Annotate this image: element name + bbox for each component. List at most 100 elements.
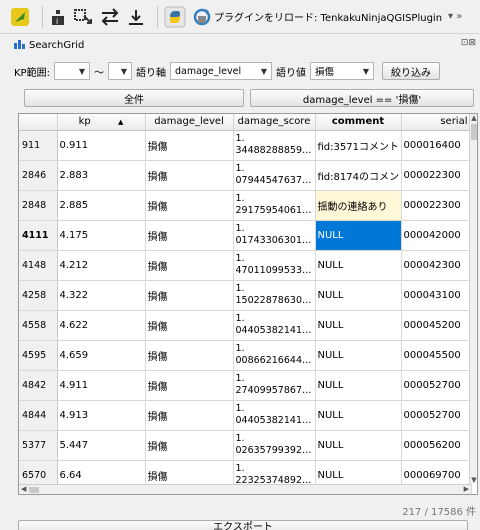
cell-serial[interactable]: 000043100: [401, 280, 472, 311]
cell-comment[interactable]: NULL: [315, 430, 402, 461]
show-all-button[interactable]: 全件: [24, 89, 244, 107]
cell-kp[interactable]: 4.212: [57, 250, 146, 281]
cell-kp[interactable]: 2.883: [57, 160, 146, 191]
table-row[interactable]: 911 0.911 損傷 1. 34488288859… fid:3571コメント 0000…: [19, 130, 472, 161]
cell-serial[interactable]: 000045200: [401, 310, 472, 341]
table-row[interactable]: 2846 2.883 損傷 1. 07944547637… fid:8174のコメント 00…: [19, 160, 472, 191]
cell-damage-level[interactable]: 損傷: [145, 130, 234, 161]
row-header[interactable]: 4111: [19, 220, 58, 251]
scroll-up-icon[interactable]: ▲: [470, 114, 477, 122]
cell-serial[interactable]: 000016400: [401, 130, 472, 161]
cell-damage-level[interactable]: 損傷: [145, 370, 234, 401]
cell-serial[interactable]: 000052700: [401, 370, 472, 401]
column-header-damage-score[interactable]: damage_score: [233, 114, 316, 131]
narrow-button[interactable]: 絞り込み: [381, 62, 440, 80]
cell-serial[interactable]: 000022300: [401, 160, 472, 191]
table-row[interactable]: 4595 4.659 損傷 1. 00866216644… NULL 000045500: [19, 340, 472, 371]
table-row[interactable]: 4111 4.175 損傷 1. 01743306301… NULL 000042000: [19, 220, 472, 251]
cell-damage-score[interactable]: 1. 07944547637…: [233, 160, 316, 191]
column-header-serial[interactable]: serial: [401, 114, 472, 131]
table-row[interactable]: 5377 5.447 損傷 1. 02635799392… NULL 000056200: [19, 430, 472, 461]
cell-kp[interactable]: 4.913: [57, 400, 146, 431]
row-header[interactable]: 2846: [19, 160, 58, 191]
cell-comment[interactable]: NULL: [315, 340, 402, 371]
cell-comment[interactable]: NULL: [315, 370, 402, 401]
row-header[interactable]: 4258: [19, 280, 58, 311]
cell-damage-score[interactable]: 1. 27409957867…: [233, 370, 316, 401]
table-row[interactable]: 4844 4.913 損傷 1. 04405382141… NULL 000052700: [19, 400, 472, 431]
cell-comment[interactable]: fid:3571コメント: [315, 130, 402, 161]
kp-to-combo[interactable]: ▼: [107, 62, 132, 80]
kp-from-combo[interactable]: ▼: [53, 62, 90, 80]
cell-kp[interactable]: 2.885: [57, 190, 146, 221]
table-row[interactable]: 4842 4.911 損傷 1. 27409957867… NULL 000052700: [19, 370, 472, 401]
cell-kp[interactable]: 5.447: [57, 430, 146, 461]
column-header-comment[interactable]: comment: [315, 114, 402, 131]
cell-kp[interactable]: 4.322: [57, 280, 146, 311]
cell-damage-level[interactable]: 損傷: [145, 400, 234, 431]
cell-damage-level[interactable]: 損傷: [145, 250, 234, 281]
cell-serial[interactable]: 000052700: [401, 400, 472, 431]
cell-damage-level[interactable]: 損傷: [145, 340, 234, 371]
cell-kp[interactable]: 4.911: [57, 370, 146, 401]
row-header[interactable]: 4595: [19, 340, 58, 371]
vertical-scrollbar[interactable]: ▲ ▼: [469, 114, 477, 484]
scroll-right-icon[interactable]: ▶: [464, 485, 469, 493]
cell-comment[interactable]: NULL: [315, 280, 402, 311]
cell-serial[interactable]: 000042000: [401, 220, 472, 251]
condition-filter-button[interactable]: damage_level == '損傷': [250, 89, 474, 107]
row-header[interactable]: 2848: [19, 190, 58, 221]
column-header-kp[interactable]: kp ▲: [57, 114, 146, 131]
row-header[interactable]: 911: [19, 130, 58, 161]
plugin-reloader-icon[interactable]: [192, 6, 212, 28]
cell-comment[interactable]: 揺動の連絡あり: [315, 190, 402, 221]
cell-damage-level[interactable]: 損傷: [145, 190, 234, 221]
cell-damage-level[interactable]: 損傷: [145, 220, 234, 251]
table-row[interactable]: 2848 2.885 損傷 1. 29175954061… 揺動の連絡あり 00002230…: [19, 190, 472, 221]
cell-comment[interactable]: NULL: [315, 310, 402, 341]
cell-kp[interactable]: 4.622: [57, 310, 146, 341]
cell-damage-score[interactable]: 1. 47011099533…: [233, 250, 316, 281]
cell-damage-score[interactable]: 1.29175954061…: [233, 190, 316, 221]
scroll-down-icon[interactable]: ▼: [470, 476, 477, 484]
panel-float-close-buttons[interactable]: ⊡⊠: [461, 38, 476, 48]
cell-damage-score[interactable]: 1. 15022878630…: [233, 280, 316, 311]
table-row[interactable]: 4258 4.322 損傷 1. 15022878630… NULL 000043100: [19, 280, 472, 311]
cell-serial[interactable]: 000056200: [401, 430, 472, 461]
cell-serial[interactable]: 000045500: [401, 340, 472, 371]
cell-damage-level[interactable]: 損傷: [145, 310, 234, 341]
cell-comment[interactable]: NULL: [315, 250, 402, 281]
axis-combo[interactable]: damage_level ▼: [169, 62, 272, 80]
cell-damage-score[interactable]: 1. 04405382141…: [233, 310, 316, 341]
export-button[interactable]: エクスポート: [18, 520, 468, 530]
cell-kp[interactable]: 0.911: [57, 130, 146, 161]
cell-comment[interactable]: NULL: [315, 400, 402, 431]
cell-comment[interactable]: NULL: [315, 220, 402, 251]
cell-damage-score[interactable]: 1. 34488288859…: [233, 130, 316, 161]
cell-damage-level[interactable]: 損傷: [145, 160, 234, 191]
scroll-thumb[interactable]: [29, 487, 39, 493]
plugin-reload-button[interactable]: プラグインをリロード: TenkakuNinjaQGISPlugin: [214, 9, 442, 24]
toolbar-overflow-button[interactable]: ▾ »: [448, 11, 462, 22]
row-header[interactable]: 4558: [19, 310, 58, 341]
column-header-damage-level[interactable]: damage_level: [145, 114, 234, 131]
select-features-icon[interactable]: [73, 6, 93, 28]
plugin-leaf-icon[interactable]: [10, 6, 30, 28]
cell-serial[interactable]: 000042300: [401, 250, 472, 281]
swap-arrows-icon[interactable]: [99, 6, 121, 28]
cell-damage-level[interactable]: 損傷: [145, 430, 234, 461]
table-row[interactable]: 4148 4.212 損傷 1. 47011099533… NULL 000042300: [19, 250, 472, 281]
row-header[interactable]: 4148: [19, 250, 58, 281]
cell-comment[interactable]: fid:8174のコメント: [315, 160, 402, 191]
info-pin-icon[interactable]: i: [49, 6, 67, 28]
scroll-thumb[interactable]: [471, 124, 477, 140]
cell-kp[interactable]: 4.659: [57, 340, 146, 371]
cell-damage-score[interactable]: 1. 02635799392…: [233, 430, 316, 461]
python-console-icon[interactable]: [164, 6, 186, 28]
row-header-corner[interactable]: [19, 114, 58, 131]
row-header[interactable]: 4844: [19, 400, 58, 431]
download-icon[interactable]: [127, 6, 145, 28]
cell-damage-score[interactable]: 1. 01743306301…: [233, 220, 316, 251]
row-header[interactable]: 5377: [19, 430, 58, 461]
cell-kp[interactable]: 4.175: [57, 220, 146, 251]
